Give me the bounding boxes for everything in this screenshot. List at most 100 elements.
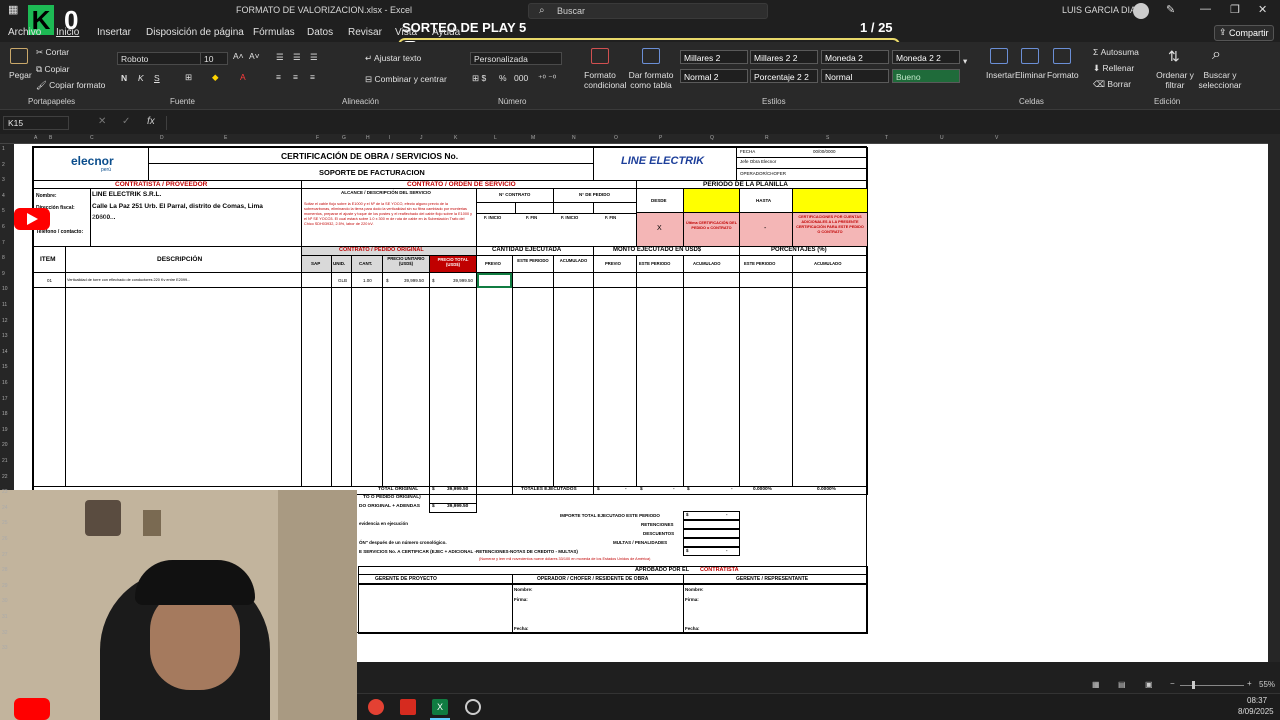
column-header-C[interactable]: C: [90, 135, 94, 141]
align-left-icon[interactable]: ≡: [276, 72, 281, 82]
row-header-24[interactable]: 24: [2, 505, 8, 511]
restore-icon[interactable]: ❐: [1230, 3, 1240, 16]
row-header-13[interactable]: 13: [2, 333, 8, 339]
function-icon[interactable]: fx: [147, 116, 155, 127]
row-header-1[interactable]: 1: [2, 146, 5, 152]
enter-icon[interactable]: ✓: [122, 116, 130, 127]
minimize-icon[interactable]: —: [1200, 3, 1211, 15]
style-normal-2[interactable]: Normal 2: [680, 69, 748, 83]
column-header-J[interactable]: J: [420, 135, 423, 141]
retenciones-value-cell[interactable]: [683, 520, 740, 529]
style-millares-2[interactable]: Millares 2: [680, 50, 748, 64]
desde-value-cell[interactable]: [683, 188, 740, 213]
borders-icon[interactable]: ⊞: [185, 72, 192, 83]
wrap-text-button[interactable]: ↵ Ajustar texto: [365, 53, 421, 64]
insert-cells-button[interactable]: Insertar: [986, 70, 1015, 80]
importe-value-cell[interactable]: [683, 511, 740, 520]
app-icon[interactable]: ▦: [8, 3, 18, 16]
row-header-5[interactable]: 5: [2, 208, 5, 214]
row-header-21[interactable]: 21: [2, 458, 8, 464]
format-painter-button[interactable]: 🖌 Copiar formato: [36, 80, 105, 91]
insert-cells-icon[interactable]: [990, 48, 1008, 64]
row-header-27[interactable]: 27: [2, 552, 8, 558]
row-header-23[interactable]: 23: [2, 489, 8, 495]
fill-button[interactable]: ⬇ Rellenar: [1093, 63, 1134, 74]
style-millares-2-2[interactable]: Millares 2 2: [750, 50, 818, 64]
copy-button[interactable]: ⧉ Copiar: [36, 64, 70, 75]
multas-value-cell[interactable]: [683, 538, 740, 547]
zoom-out-icon[interactable]: −: [1170, 679, 1175, 688]
percent-icon[interactable]: %: [499, 73, 507, 83]
hasta-value-cell[interactable]: [792, 188, 868, 213]
pen-icon[interactable]: ✎: [1166, 3, 1175, 16]
chrome-icon[interactable]: [368, 699, 384, 715]
zoom-slider-thumb[interactable]: [1192, 681, 1195, 689]
column-header-A[interactable]: A: [34, 135, 37, 141]
style-moneda-2-2[interactable]: Moneda 2 2: [892, 50, 960, 64]
column-header-Q[interactable]: Q: [710, 135, 714, 141]
paste-button[interactable]: Pegar: [9, 70, 32, 80]
obs-icon[interactable]: [465, 699, 481, 715]
row-header-31[interactable]: 31: [2, 614, 8, 620]
font-color-icon[interactable]: A: [240, 72, 246, 82]
sort-filter-icon[interactable]: ⇅: [1168, 48, 1180, 65]
style-bueno[interactable]: Bueno: [892, 69, 960, 83]
column-header-B[interactable]: B: [49, 135, 52, 141]
column-header-N[interactable]: N: [572, 135, 576, 141]
style-porcentaje-2-2[interactable]: Porcentaje 2 2: [750, 69, 818, 83]
column-header-P[interactable]: P: [659, 135, 662, 141]
row-header-18[interactable]: 18: [2, 411, 8, 417]
format-cells-icon[interactable]: [1053, 48, 1071, 64]
row-header-2[interactable]: 2: [2, 162, 5, 168]
tab-revisar[interactable]: Revisar: [348, 27, 382, 38]
user-name[interactable]: LUIS GARCIA DIAZ: [1062, 5, 1142, 15]
zoom-level[interactable]: 55%: [1259, 680, 1275, 689]
underline-button[interactable]: S: [154, 73, 160, 83]
tab-archivo[interactable]: Archivo: [8, 27, 41, 38]
column-header-I[interactable]: I: [389, 135, 390, 141]
row-header-7[interactable]: 7: [2, 240, 5, 246]
row-header-4[interactable]: 4: [2, 193, 5, 199]
number-format-select[interactable]: Personalizada: [470, 52, 562, 65]
comma-icon[interactable]: 000: [514, 73, 528, 83]
sort-filter-button[interactable]: Ordenar y filtrar: [1156, 70, 1194, 90]
tab-disposicion[interactable]: Disposición de página: [146, 27, 244, 38]
row-header-29[interactable]: 29: [2, 583, 8, 589]
autosum-button[interactable]: Σ Autosuma: [1093, 47, 1139, 57]
row-header-9[interactable]: 9: [2, 271, 5, 277]
tab-formulas[interactable]: Fórmulas: [253, 27, 295, 38]
page-layout-icon[interactable]: ▤: [1118, 680, 1126, 689]
column-header-L[interactable]: L: [494, 135, 497, 141]
row-header-30[interactable]: 30: [2, 598, 8, 604]
align-top-icon[interactable]: ☰: [276, 52, 284, 63]
formula-input[interactable]: [166, 116, 1276, 130]
vertical-scrollbar[interactable]: [1268, 134, 1280, 662]
column-header-T[interactable]: T: [885, 135, 888, 141]
row-header-8[interactable]: 8: [2, 255, 5, 261]
clock-date[interactable]: 8/09/2025: [1238, 707, 1274, 716]
column-header-S[interactable]: S: [826, 135, 829, 141]
zoom-in-icon[interactable]: +: [1247, 679, 1252, 688]
clock-time[interactable]: 08:37: [1247, 696, 1267, 705]
page-break-icon[interactable]: ▣: [1145, 680, 1153, 689]
style-normal[interactable]: Normal: [821, 69, 889, 83]
column-header-U[interactable]: U: [940, 135, 944, 141]
align-right-icon[interactable]: ≡: [310, 72, 315, 82]
conditional-format-icon[interactable]: [591, 48, 609, 64]
conditional-format-button[interactable]: Formato condicional: [584, 70, 627, 90]
column-header-E[interactable]: E: [224, 135, 227, 141]
row-header-25[interactable]: 25: [2, 520, 8, 526]
acrobat-icon[interactable]: [400, 699, 416, 715]
format-table-icon[interactable]: [642, 48, 660, 64]
font-size-select[interactable]: 10: [200, 52, 228, 65]
align-center-icon[interactable]: ≡: [293, 72, 298, 82]
align-bottom-icon[interactable]: ☰: [310, 52, 318, 63]
fill-color-icon[interactable]: ◆: [212, 72, 219, 83]
delete-cells-icon[interactable]: [1021, 48, 1039, 64]
row-header-20[interactable]: 20: [2, 442, 8, 448]
tab-ayuda[interactable]: Ayuda: [432, 27, 460, 38]
descuentos-value-cell[interactable]: [683, 529, 740, 538]
row-header-19[interactable]: 19: [2, 427, 8, 433]
tab-vista[interactable]: Vista: [395, 27, 417, 38]
paste-icon[interactable]: [10, 48, 28, 64]
